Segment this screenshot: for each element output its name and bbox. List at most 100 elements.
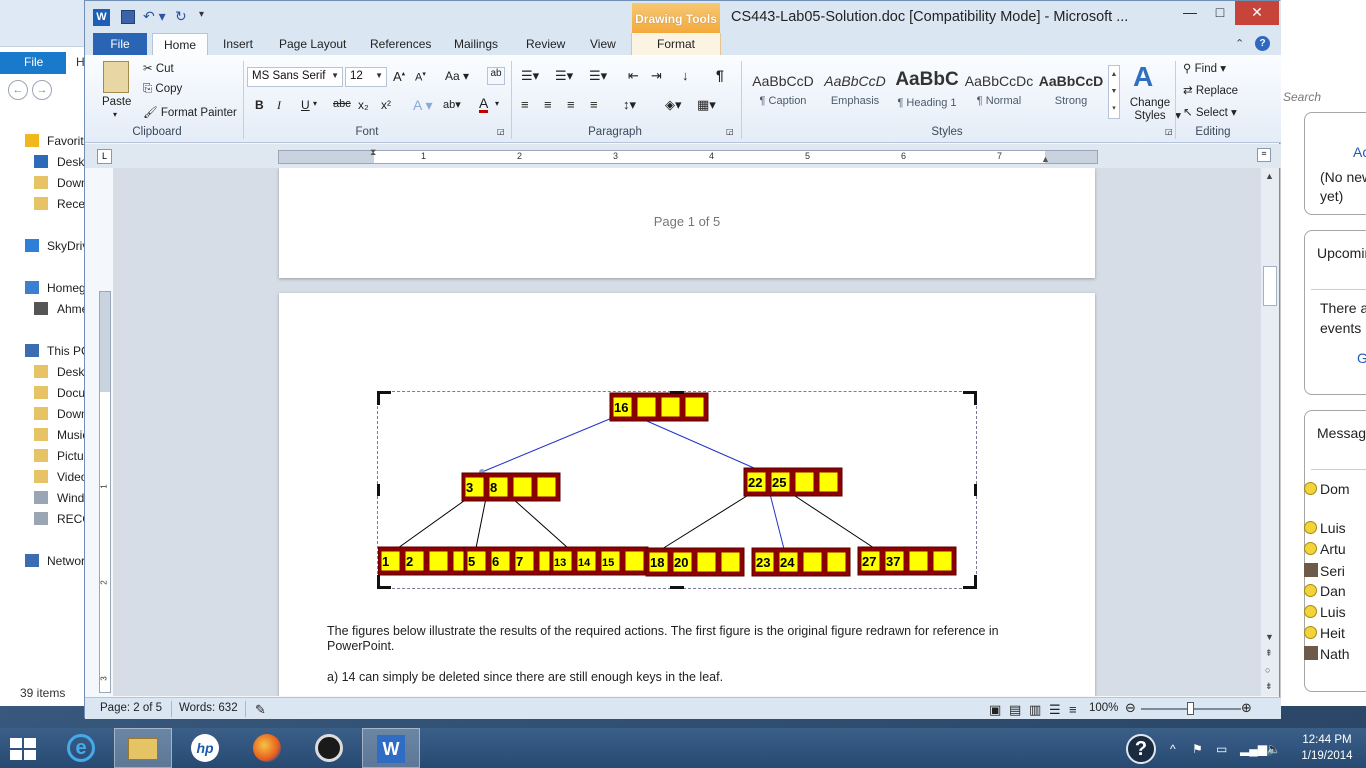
multilevel-list-icon[interactable]: ☰▾: [589, 68, 607, 84]
web-layout-icon[interactable]: ▥: [1029, 702, 1041, 718]
explorer-file-tab[interactable]: File: [0, 52, 66, 74]
bold-button[interactable]: B: [255, 98, 264, 112]
tab-view[interactable]: View: [590, 37, 616, 51]
outline-icon[interactable]: ☰: [1049, 702, 1061, 718]
mail-card1-link[interactable]: Ac: [1353, 144, 1366, 160]
undo-icon[interactable]: ↶ ▾: [143, 8, 166, 25]
tab-selector-icon[interactable]: L: [97, 149, 112, 164]
nav-tree-item[interactable]: RECOVERY: [0, 509, 90, 529]
nav-tree-item[interactable]: Favorites: [0, 131, 90, 151]
windows-start-icon[interactable]: [10, 738, 38, 760]
font-dialog-launcher-icon[interactable]: ◲: [497, 127, 505, 136]
mail-search-box[interactable]: Search: [1281, 86, 1366, 108]
internal-node[interactable]: 22 25: [743, 467, 843, 497]
shrink-font-button[interactable]: A▾: [415, 70, 426, 84]
line-spacing-icon[interactable]: ↕▾: [623, 97, 636, 113]
clock[interactable]: 12:44 PM 1/19/2014: [1292, 732, 1362, 764]
font-color-button[interactable]: A: [479, 96, 489, 113]
superscript-button[interactable]: x²: [381, 98, 391, 112]
view-ruler-icon[interactable]: ⌗: [1257, 148, 1271, 162]
scroll-up-icon[interactable]: ▲: [1265, 171, 1274, 181]
clear-formatting-icon[interactable]: ab: [487, 67, 505, 85]
nav-tree-item[interactable]: Desktop: [0, 152, 90, 172]
print-layout-icon[interactable]: ▣: [989, 702, 1001, 718]
nav-tree-item[interactable]: Network: [0, 551, 90, 571]
subscript-button[interactable]: x₂: [358, 98, 369, 112]
contact-item[interactable]: Dan: [1304, 583, 1346, 599]
nav-tree-item[interactable]: Music: [0, 425, 90, 445]
save-icon[interactable]: [121, 10, 135, 24]
hp-icon[interactable]: hp: [176, 728, 234, 768]
next-page-icon[interactable]: ⇟: [1265, 681, 1273, 692]
zoom-in-icon[interactable]: ⊕: [1241, 700, 1252, 716]
vertical-scrollbar[interactable]: ▲ ▼ ⇞ ○ ⇟: [1261, 168, 1279, 696]
indent-marker-icon[interactable]: ⧗: [370, 147, 376, 158]
scroll-thumb[interactable]: [1263, 266, 1277, 306]
shading-icon[interactable]: ◈▾: [665, 97, 682, 113]
nav-tree-item[interactable]: Windows (C:): [0, 488, 90, 508]
leaf-node[interactable]: 27 37: [857, 546, 957, 576]
tab-review[interactable]: Review: [526, 37, 565, 51]
maximize-button[interactable]: □: [1205, 1, 1235, 25]
paste-button[interactable]: Paste: [102, 96, 131, 108]
document-area[interactable]: Page 1 of 5 16 3 8 22 25 1 2 5 6 7 13 14 15 18 20 23 24 2…: [113, 168, 1261, 696]
text-effects-icon[interactable]: A ▾: [413, 97, 432, 114]
chevron-up-icon[interactable]: ⌃: [1235, 37, 1244, 50]
help-icon[interactable]: ?: [1126, 734, 1156, 764]
paste-icon[interactable]: [103, 61, 129, 93]
resize-handle-br[interactable]: [963, 575, 977, 589]
tray-volume-icon[interactable]: 🔈: [1266, 742, 1281, 756]
style-option[interactable]: AaBbCcD Strong: [1035, 65, 1107, 111]
replace-button[interactable]: ⇄ Replace: [1183, 83, 1238, 97]
cut-button[interactable]: ✂ Cut: [143, 61, 174, 75]
back-arrow-icon[interactable]: ←: [8, 80, 28, 100]
page-count[interactable]: Page: 2 of 5: [100, 702, 162, 714]
contact-item[interactable]: Dom: [1304, 481, 1350, 497]
align-center-icon[interactable]: ≡: [544, 97, 552, 112]
tray-expand-icon[interactable]: ^: [1170, 742, 1176, 756]
tray-display-icon[interactable]: ▭: [1216, 742, 1227, 756]
resize-handle-bl[interactable]: [377, 575, 391, 589]
align-right-icon[interactable]: ≡: [567, 97, 575, 112]
contact-item[interactable]: Seri: [1304, 563, 1345, 579]
tab-format[interactable]: Format: [631, 33, 721, 55]
nav-tree-item[interactable]: Pictures: [0, 446, 90, 466]
font-size-combo[interactable]: 12 ▼: [345, 67, 387, 87]
firefox-icon[interactable]: [238, 728, 296, 768]
file-explorer-taskbar-icon[interactable]: [114, 728, 172, 768]
resize-handle-tl[interactable]: [377, 391, 391, 405]
borders-icon[interactable]: ▦▾: [697, 97, 716, 113]
full-screen-reading-icon[interactable]: ▤: [1009, 702, 1021, 718]
zoom-slider-thumb[interactable]: [1187, 702, 1194, 715]
nav-tree-item[interactable]: This PC: [0, 341, 90, 361]
browse-object-icon[interactable]: ○: [1265, 665, 1270, 675]
decrease-indent-icon[interactable]: ⇤: [628, 68, 639, 84]
leaf-node[interactable]: 23 24: [751, 547, 851, 577]
styles-dialog-launcher-icon[interactable]: ◲: [1165, 127, 1173, 136]
strikethrough-button[interactable]: abc: [333, 98, 351, 110]
contact-item[interactable]: Nath: [1304, 646, 1350, 662]
numbering-icon[interactable]: ☰▾: [555, 68, 573, 84]
show-marks-icon[interactable]: ¶: [716, 67, 724, 83]
leaf-node[interactable]: 13 14 15: [549, 546, 649, 576]
leaf-node[interactable]: 12: [378, 546, 477, 576]
styles-scroll[interactable]: ▲ ▼ ▾: [1108, 65, 1120, 119]
qat-customize-icon[interactable]: ▾: [199, 9, 204, 20]
italic-button[interactable]: I: [277, 98, 281, 113]
resize-handle-tr[interactable]: [963, 391, 977, 405]
tab-mailings[interactable]: Mailings: [454, 37, 498, 51]
leaf-node[interactable]: 5 6 7: [463, 546, 563, 576]
tab-page-layout[interactable]: Page Layout: [279, 37, 346, 51]
grow-font-button[interactable]: A▴: [393, 69, 405, 84]
nav-tree-item[interactable]: SkyDrive: [0, 236, 90, 256]
align-left-icon[interactable]: ≡: [521, 97, 529, 112]
word-count[interactable]: Words: 632: [179, 702, 238, 714]
highlight-icon[interactable]: ab▾: [443, 98, 461, 111]
find-button[interactable]: ⚲ Find ▾: [1183, 61, 1226, 75]
proofing-icon[interactable]: ✎: [255, 702, 266, 718]
nav-tree-item[interactable]: Homegroup: [0, 278, 90, 298]
resize-handle-l[interactable]: [377, 484, 380, 496]
nav-tree-item[interactable]: Documents: [0, 383, 90, 403]
format-painter-button[interactable]: 🖌 Format Painter: [143, 105, 237, 119]
tab-file[interactable]: File: [93, 33, 147, 55]
